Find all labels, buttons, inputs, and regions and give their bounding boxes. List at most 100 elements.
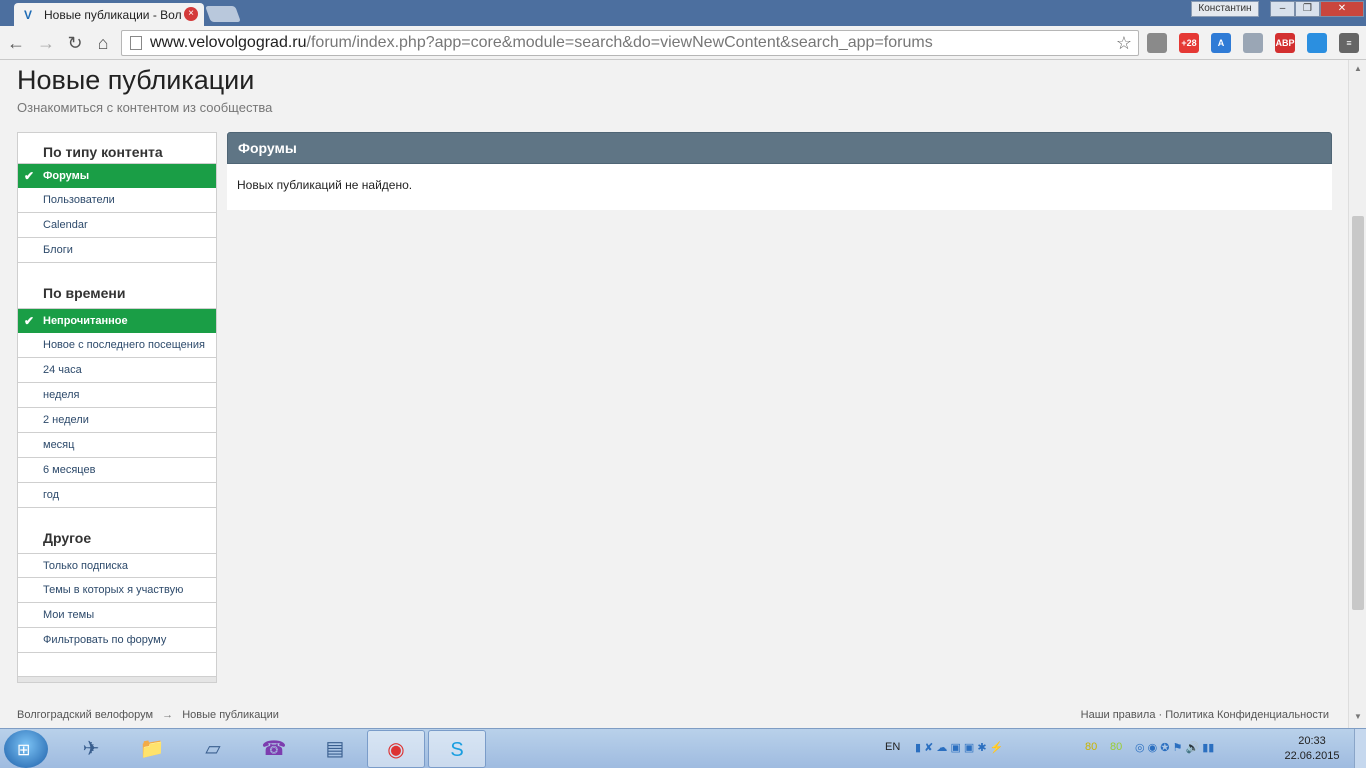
sidebar-filter-label: Фильтровать по форуму (43, 634, 167, 646)
sidebar-filter-label: Форумы (43, 170, 90, 182)
sidebar-filter-item[interactable]: 6 месяцев (18, 458, 216, 483)
launcher-icon[interactable]: ✈ (62, 730, 120, 768)
sidebar-filter-label: Только подписка (43, 560, 129, 572)
clock-time: 20:33 (1298, 735, 1326, 747)
tab-close-icon[interactable]: × (184, 7, 198, 21)
sidebar-filter-label: Непрочитанное (43, 315, 128, 327)
results-panel: Форумы Новых публикаций не найдено. (227, 132, 1332, 210)
show-desktop-button[interactable] (1354, 729, 1366, 768)
tray-icons[interactable]: ▮ ✘ ☁ ▣ ▣ ✱ ⚡ (915, 741, 1003, 754)
address-bar[interactable]: www.velovolgograd.ru/forum/index.php?app… (121, 30, 1139, 56)
sidebar-bottom-bar (18, 676, 216, 682)
breadcrumb-home-link[interactable]: Волгоградский велофорум (17, 709, 153, 721)
page-scrollbar[interactable]: ▲ ▼ (1348, 60, 1366, 728)
window-close-icon[interactable]: ✕ (1320, 1, 1364, 17)
sidebar-filter-item[interactable]: ✔ Непрочитанное (18, 308, 216, 333)
privacy-link[interactable]: Политика Конфиденциальности (1165, 709, 1329, 721)
sidebar-filter-item[interactable]: Мои темы (18, 603, 216, 628)
sidebar-filter-item[interactable]: год (18, 483, 216, 508)
restore-icon[interactable]: ❐ (1295, 1, 1320, 17)
url-text: www.velovolgograd.ru/forum/index.php?app… (150, 34, 933, 51)
footer-links: Наши правила · Политика Конфиденциальнос… (1081, 709, 1329, 721)
page-content: Новые публикации Ознакомиться с контенто… (0, 60, 1348, 728)
scroll-thumb[interactable] (1352, 216, 1364, 610)
browser-tab-strip: V Новые публикации - Вол × Константин – … (0, 0, 1366, 26)
rules-link[interactable]: Наши правила (1081, 709, 1156, 721)
sidebar-section-heading: По времени (43, 285, 126, 301)
browser-tab[interactable]: V Новые публикации - Вол × (14, 3, 204, 26)
browser-toolbar: ← → ↻ ⌂ www.velovolgograd.ru/forum/index… (0, 26, 1366, 60)
check-icon: ✔ (24, 169, 35, 183)
footer-separator: · (1158, 709, 1163, 721)
shield-icon[interactable] (1243, 33, 1263, 53)
clock-date: 22.06.2015 (1284, 750, 1340, 762)
site-favicon-icon: V (24, 7, 33, 22)
star-icon[interactable]: ☆ (1116, 33, 1132, 54)
scroll-down-icon[interactable]: ▼ (1352, 712, 1364, 722)
sidebar-filter-item[interactable]: Пользователи (18, 188, 216, 213)
sidebar-filter-item[interactable]: Новое с последнего посещения (18, 333, 216, 358)
page-title: Новые публикации (17, 65, 255, 95)
chrome-icon[interactable]: ◉ (367, 730, 425, 768)
sidebar-filter-item[interactable]: неделя (18, 383, 216, 408)
filter-sidebar: По типу контента ✔ Форумы Пользователи Calen… (17, 132, 217, 683)
sidebar-filter-item[interactable]: месяц (18, 433, 216, 458)
sidebar-filter-label: год (43, 489, 60, 501)
tray-status-icons[interactable]: ◎ ◉ ✪ ⚑ 🔊 ▮▮ (1135, 741, 1214, 754)
monitor-icon[interactable]: ▤ (306, 730, 364, 768)
sidebar-filter-label: Новое с последнего посещения (43, 339, 205, 351)
cloud-icon[interactable] (1307, 33, 1327, 53)
weather-icon[interactable]: +28 (1179, 33, 1199, 53)
empty-message: Новых публикаций не найдено. (237, 178, 413, 192)
sidebar-filter-label: 2 недели (43, 414, 89, 426)
viber-icon[interactable]: ☎ (245, 730, 303, 768)
adblock-icon[interactable]: ABP (1275, 33, 1295, 53)
sidebar-filter-label: месяц (43, 439, 75, 451)
translate-icon[interactable]: A (1211, 33, 1231, 53)
breadcrumb-current[interactable]: Новые публикации (182, 709, 279, 721)
language-indicator[interactable]: EN (885, 741, 900, 753)
forward-icon[interactable]: → (35, 32, 57, 54)
sidebar-filter-label: Блоги (43, 244, 73, 256)
sidebar-filter-item[interactable]: Только подписка (18, 553, 216, 578)
sidebar-section-heading: По типу контента (43, 144, 163, 160)
notes-icon[interactable]: ▱ (184, 730, 242, 768)
page-icon (130, 36, 142, 50)
reload-icon[interactable]: ↻ (64, 32, 86, 54)
sidebar-filter-item[interactable]: Calendar (18, 213, 216, 238)
mail-icon[interactable] (1147, 33, 1167, 53)
profile-button[interactable]: Константин (1191, 1, 1259, 17)
sidebar-filter-label: 24 часа (43, 364, 82, 376)
tab-title: Новые публикации - Вол (44, 7, 182, 22)
start-button[interactable]: ⊞ (4, 730, 48, 768)
skype-icon[interactable]: S (428, 730, 486, 768)
minimize-icon[interactable]: – (1270, 1, 1295, 17)
explorer-icon[interactable]: 📁 (123, 730, 181, 768)
sidebar-filter-item[interactable]: 2 недели (18, 408, 216, 433)
clock[interactable]: 20:33 22.06.2015 (1282, 734, 1342, 764)
windows-logo-icon: ⊞ (17, 742, 31, 759)
new-tab-button[interactable] (205, 6, 241, 22)
sidebar-filter-label: 6 месяцев (43, 464, 96, 476)
sidebar-filter-item[interactable]: ✔ Форумы (18, 163, 216, 188)
menu-icon[interactable]: ≡ (1339, 33, 1359, 53)
sidebar-filter-label: неделя (43, 389, 80, 401)
page-subtitle: Ознакомиться с контентом из сообщества (17, 100, 273, 115)
home-icon[interactable]: ⌂ (92, 32, 114, 54)
sidebar-filter-item[interactable]: Темы в которых я участвую (18, 578, 216, 603)
breadcrumb-arrow-icon: → (162, 709, 174, 721)
sidebar-filter-item[interactable]: 24 часа (18, 358, 216, 383)
sidebar-section-heading: Другое (43, 530, 92, 546)
scroll-up-icon[interactable]: ▲ (1352, 64, 1364, 74)
windows-taskbar: ⊞ ✈ 📁 ▱ ☎ ▤ ◉ S EN ▮ ✘ ☁ ▣ ▣ ✱ ⚡ 80 80 ◎ ◉ ✪ ⚑… (0, 728, 1366, 768)
tray-counter-2: 80 (1110, 741, 1123, 753)
sidebar-filter-item[interactable]: Блоги (18, 238, 216, 263)
sidebar-filter-label: Темы в которых я участвую (43, 584, 184, 596)
sidebar-filter-label: Calendar (43, 219, 88, 231)
sidebar-filter-label: Мои темы (43, 609, 95, 621)
sidebar-filter-item[interactable]: Фильтровать по форуму (18, 628, 216, 653)
check-icon: ✔ (24, 314, 35, 328)
results-heading: Форумы (227, 132, 1332, 164)
back-icon[interactable]: ← (5, 32, 27, 54)
breadcrumb: Волгоградский велофорум → Новые публикац… (17, 709, 279, 721)
